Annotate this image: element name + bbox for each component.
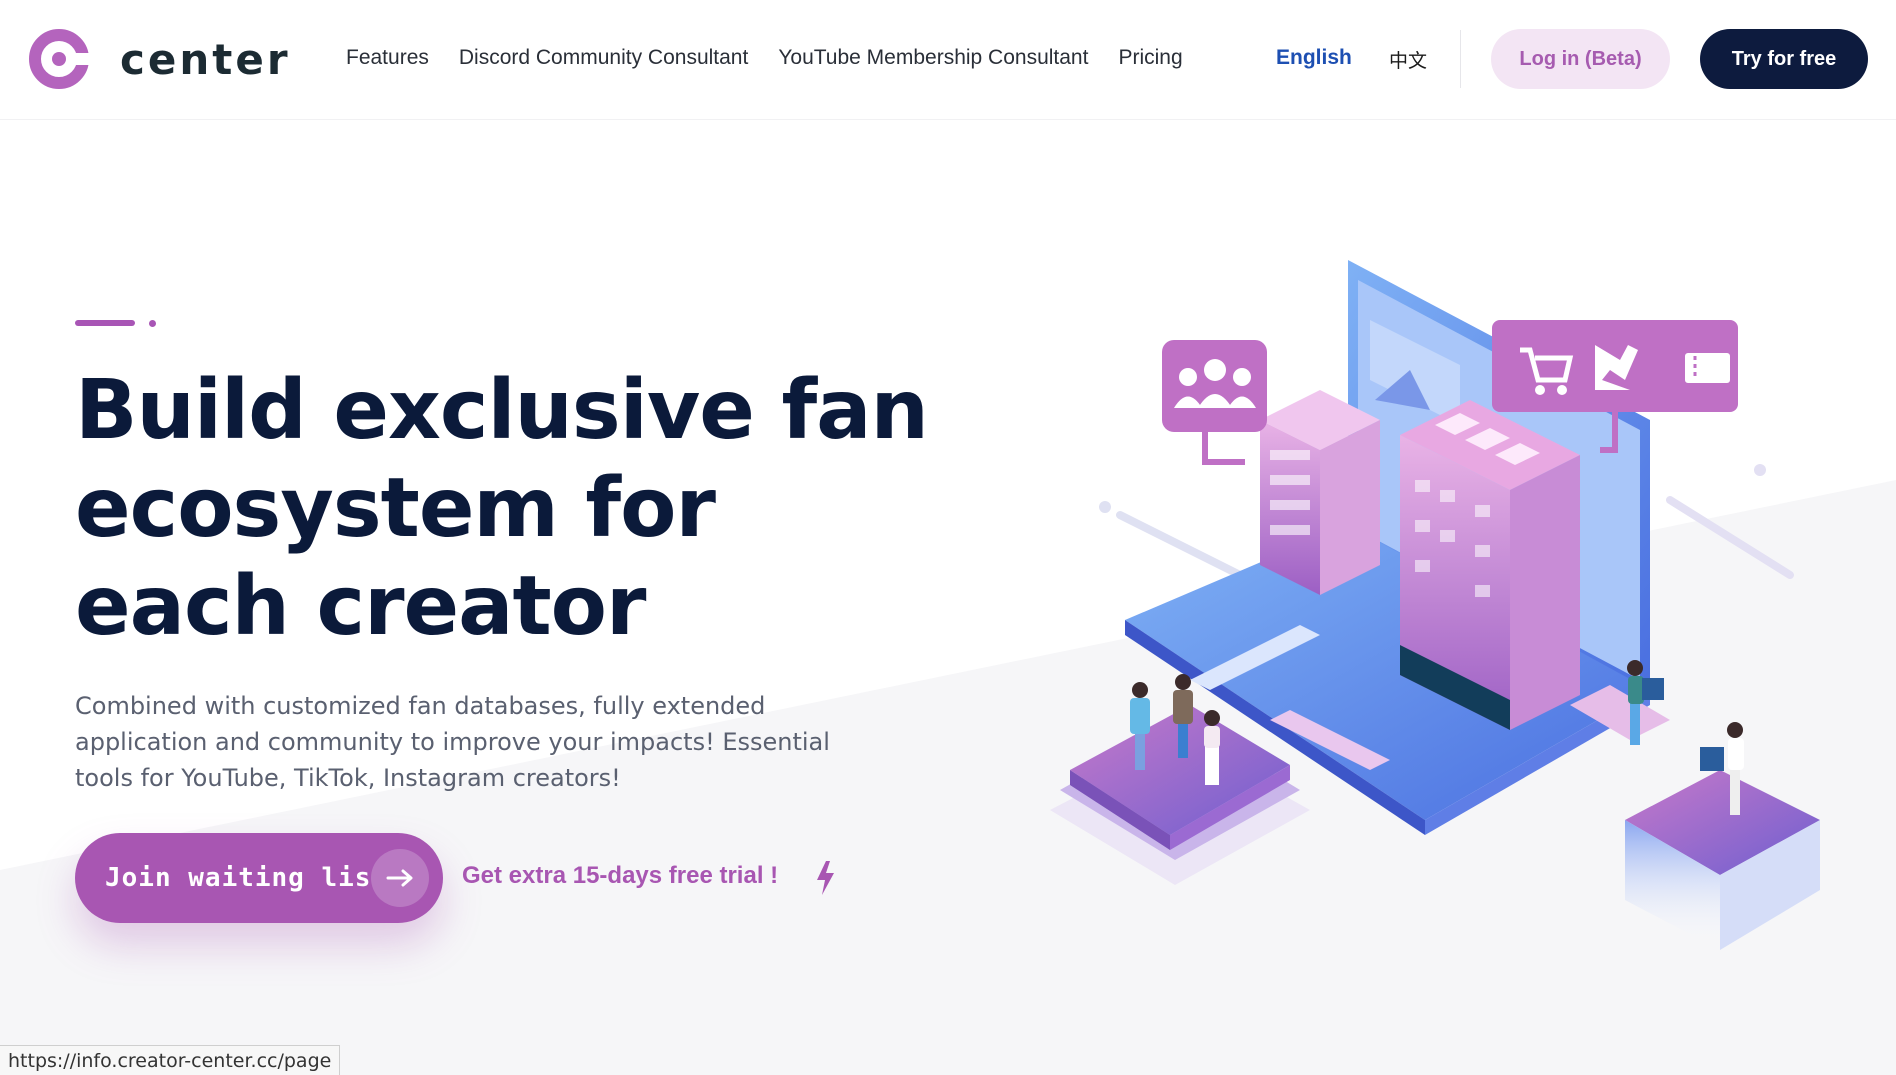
top-navbar: center Features Discord Community Consul… [0, 0, 1896, 120]
accent-dot [149, 320, 156, 327]
free-trial-link[interactable]: Get extra 15-days free trial ! [462, 862, 778, 890]
language-chinese[interactable]: 中文 [1389, 46, 1427, 73]
nav-youtube-membership-consultant[interactable]: YouTube Membership Consultant [778, 46, 1088, 70]
lightning-bolt-icon [817, 861, 834, 895]
nav-discord-community-consultant[interactable]: Discord Community Consultant [459, 46, 748, 70]
arrow-right-icon [371, 849, 429, 907]
hero-title: Build exclusive fan ecosystem for each c… [75, 362, 935, 656]
hero-title-line-2: ecosystem for [75, 461, 716, 556]
try-for-free-button[interactable]: Try for free [1700, 29, 1868, 89]
brand-name: center [120, 34, 291, 84]
brand-logo[interactable]: center [28, 28, 291, 90]
nav-pricing[interactable]: Pricing [1118, 46, 1182, 70]
join-waiting-list-label: Join waiting list [105, 863, 389, 893]
nav-features[interactable]: Features [346, 46, 429, 70]
nav-divider [1460, 30, 1461, 88]
language-english[interactable]: English [1276, 46, 1352, 70]
hero-description: Combined with customized fan databases, … [75, 692, 830, 792]
join-waiting-list-button[interactable]: Join waiting list [75, 833, 443, 923]
main-nav: Features Discord Community Consultant Yo… [346, 46, 1213, 70]
hero-illustration [1050, 260, 1820, 950]
center-logo-icon [29, 29, 90, 89]
status-bar-url: https://info.creator-center.cc/page [0, 1045, 341, 1075]
login-button[interactable]: Log in (Beta) [1491, 29, 1670, 89]
hero-title-line-1: Build exclusive fan [75, 363, 929, 458]
hero-title-line-3: each creator [75, 559, 646, 654]
accent-dash [75, 320, 135, 326]
